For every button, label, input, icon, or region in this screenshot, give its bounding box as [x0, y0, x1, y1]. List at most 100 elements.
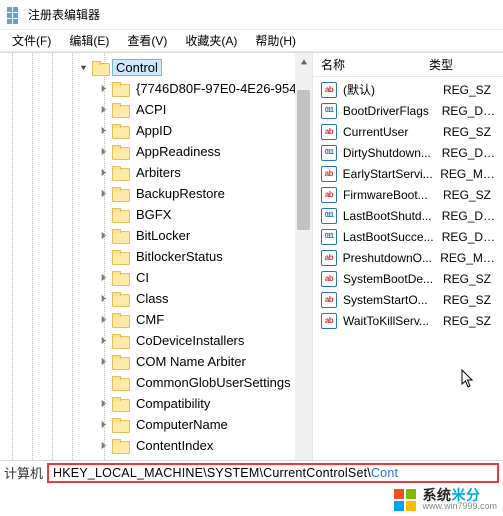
tree-item[interactable]: Arbiters	[2, 162, 312, 183]
tree-item[interactable]: BGFX	[2, 204, 312, 225]
address-field[interactable]: HKEY_LOCAL_MACHINE\SYSTEM\CurrentControl…	[47, 463, 499, 483]
workspace: Control{7746D80F-97E0-4E26-954ACPIAppIDA…	[0, 52, 503, 478]
value-name: DirtyShutdown...	[343, 146, 438, 160]
value-row[interactable]: abSystemBootDe...REG_SZ	[313, 268, 503, 289]
value-row[interactable]: ab WaitToKillServ...REG_SZ	[313, 310, 503, 331]
expander-icon[interactable]	[96, 124, 110, 138]
tree-item-label: ACPI	[132, 101, 170, 118]
value-type: REG_DWO	[438, 146, 503, 160]
folder-icon	[112, 103, 128, 116]
address-suffix: Cont	[371, 466, 398, 480]
string-value-icon: ab	[321, 82, 337, 98]
tree-item[interactable]: BitLocker	[2, 225, 312, 246]
scroll-track[interactable]	[295, 70, 312, 461]
registry-tree[interactable]: Control{7746D80F-97E0-4E26-954ACPIAppIDA…	[0, 53, 312, 478]
tree-item-label: CI	[132, 269, 153, 286]
expander-icon[interactable]	[96, 82, 110, 96]
tree-item[interactable]: {7746D80F-97E0-4E26-954	[2, 78, 312, 99]
tree-item[interactable]: ComputerName	[2, 414, 312, 435]
value-name: WaitToKillServ...	[343, 314, 439, 328]
expander-icon[interactable]	[96, 229, 110, 243]
tree-item[interactable]: CMF	[2, 309, 312, 330]
expander-icon[interactable]	[76, 61, 90, 75]
tree-item[interactable]: AppReadiness	[2, 141, 312, 162]
tree-item[interactable]: Compatibility	[2, 393, 312, 414]
string-value-icon: ab	[321, 313, 337, 329]
status-bar: 计算机 HKEY_LOCAL_MACHINE\SYSTEM\CurrentCon…	[0, 460, 503, 484]
menu-favorites[interactable]: 收藏夹(A)	[177, 30, 245, 51]
column-name[interactable]: 名称	[313, 56, 421, 73]
tree-item[interactable]: COM Name Arbiter	[2, 351, 312, 372]
folder-icon	[112, 439, 128, 452]
value-type: REG_SZ	[439, 272, 491, 286]
value-row[interactable]: 011 DirtyShutdown...REG_DWO	[313, 142, 503, 163]
menu-view[interactable]: 查看(V)	[119, 30, 175, 51]
tree-item-label: CommonGlobUserSettings	[132, 374, 295, 391]
folder-icon	[112, 292, 128, 305]
expander-icon[interactable]	[96, 103, 110, 117]
scroll-thumb[interactable]	[297, 90, 310, 230]
value-type: REG_MULT	[436, 167, 503, 181]
tree-item[interactable]: Control	[2, 57, 312, 78]
value-name: LastBootSucce...	[343, 230, 438, 244]
values-list[interactable]: ab(默认)REG_SZ011BootDriverFlagsREG_DWOabC…	[313, 77, 503, 331]
tree-item[interactable]: AppID	[2, 120, 312, 141]
tree-item[interactable]: ACPI	[2, 99, 312, 120]
value-row[interactable]: 011LastBootShutd...REG_DWO	[313, 205, 503, 226]
value-type: REG_DWO	[438, 209, 503, 223]
column-type[interactable]: 类型	[421, 56, 503, 73]
value-type: REG_SZ	[439, 314, 491, 328]
expander-icon[interactable]	[96, 418, 110, 432]
value-row[interactable]: ab(默认)REG_SZ	[313, 79, 503, 100]
tree-item[interactable]: BackupRestore	[2, 183, 312, 204]
menu-help[interactable]: 帮助(H)	[247, 30, 304, 51]
folder-icon	[112, 397, 128, 410]
tree-item-label: Class	[132, 290, 173, 307]
tree-scrollbar[interactable]	[295, 53, 312, 478]
expander-icon[interactable]	[96, 334, 110, 348]
value-row[interactable]: abSystemStartO...REG_SZ	[313, 289, 503, 310]
title-bar: 注册表编辑器	[0, 0, 503, 30]
expander-icon[interactable]	[96, 145, 110, 159]
folder-icon	[112, 418, 128, 431]
expander-icon[interactable]	[96, 397, 110, 411]
expander-icon[interactable]	[96, 313, 110, 327]
string-value-icon: ab	[321, 292, 337, 308]
tree-item[interactable]: ContentIndex	[2, 435, 312, 456]
binary-value-icon: 011	[321, 208, 337, 224]
value-name: CurrentUser	[343, 125, 439, 139]
tree-item[interactable]: CommonGlobUserSettings	[2, 372, 312, 393]
value-row[interactable]: abEarlyStartServi...REG_MULT	[313, 163, 503, 184]
expander-icon[interactable]	[96, 166, 110, 180]
menu-edit[interactable]: 编辑(E)	[61, 30, 117, 51]
tree-item[interactable]: Class	[2, 288, 312, 309]
tree-item[interactable]: CI	[2, 267, 312, 288]
value-type: REG_DWO	[438, 104, 503, 118]
value-name: EarlyStartServi...	[343, 167, 437, 181]
value-row[interactable]: abFirmwareBoot...REG_SZ	[313, 184, 503, 205]
value-type: REG_SZ	[439, 83, 491, 97]
folder-icon	[112, 124, 128, 137]
binary-value-icon: 011	[321, 145, 337, 161]
tree-item-label: COM Name Arbiter	[132, 353, 250, 370]
tree-item[interactable]: BitlockerStatus	[2, 246, 312, 267]
folder-icon	[112, 82, 128, 95]
expander-icon[interactable]	[96, 355, 110, 369]
expander-icon[interactable]	[96, 439, 110, 453]
regedit-app-icon	[6, 7, 22, 23]
folder-icon	[112, 145, 128, 158]
value-row[interactable]: abPreshutdownO...REG_MULT	[313, 247, 503, 268]
value-type: REG_SZ	[439, 125, 491, 139]
expander-icon[interactable]	[96, 271, 110, 285]
string-value-icon: ab	[321, 187, 337, 203]
menu-bar: 文件(F) 编辑(E) 查看(V) 收藏夹(A) 帮助(H)	[0, 30, 503, 52]
expander-icon[interactable]	[96, 187, 110, 201]
menu-file[interactable]: 文件(F)	[4, 30, 59, 51]
value-row[interactable]: 011LastBootSucce...REG_DWO	[313, 226, 503, 247]
expander-icon[interactable]	[96, 292, 110, 306]
value-type: REG_SZ	[439, 188, 491, 202]
value-row[interactable]: 011BootDriverFlagsREG_DWO	[313, 100, 503, 121]
tree-item[interactable]: CoDeviceInstallers	[2, 330, 312, 351]
value-row[interactable]: abCurrentUserREG_SZ	[313, 121, 503, 142]
scroll-up-button[interactable]	[295, 53, 312, 70]
